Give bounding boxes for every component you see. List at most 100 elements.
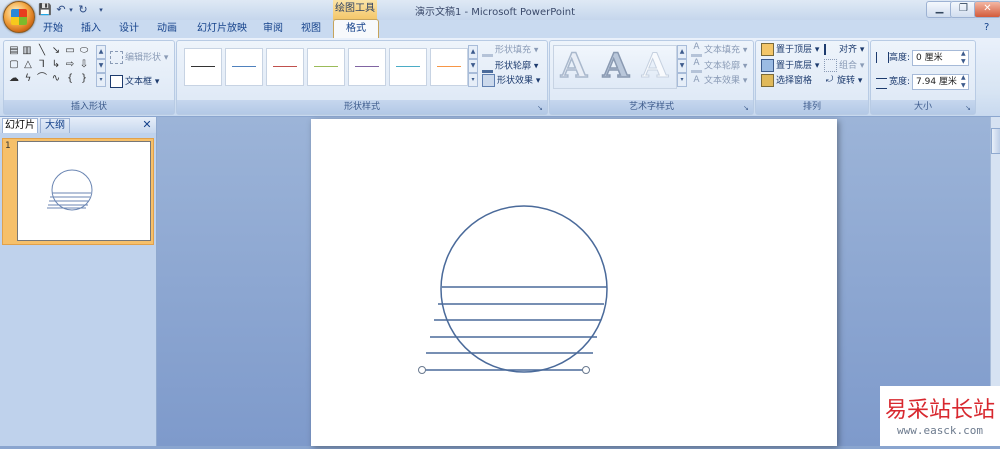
tab-slideshow[interactable]: 幻灯片放映 [194, 21, 250, 37]
wordart-scroll-down-icon[interactable]: ▼ [677, 59, 687, 73]
scrollbar-thumb[interactable] [991, 128, 1000, 154]
group-label-insert-shapes: 插入形状 [4, 100, 174, 114]
office-button[interactable] [3, 1, 35, 33]
rectangle-shape-icon[interactable]: ▭ [64, 45, 76, 56]
slide-thumbnail[interactable] [17, 141, 151, 241]
size-launcher-icon[interactable]: ↘ [965, 104, 973, 112]
height-spinner-icon[interactable]: ▲ ▼ [961, 50, 969, 66]
bring-front-icon [761, 43, 774, 56]
arrow-shape-icon[interactable]: ↘ [50, 45, 62, 56]
styles-scroll-up-icon[interactable]: ▲ [468, 45, 478, 59]
width-icon [876, 78, 887, 89]
customize-qat-icon[interactable]: ▾ [94, 3, 108, 17]
line-style-sample [314, 66, 338, 67]
minimize-button[interactable]: ▁ [926, 1, 953, 18]
line-style-swatch-2[interactable] [225, 48, 263, 86]
vertical-textbox-shape-icon[interactable]: ▥ [21, 45, 33, 56]
styles-more-icon[interactable]: ▾ [468, 73, 478, 87]
slide[interactable] [311, 119, 837, 446]
redo-icon[interactable]: ↻ [76, 3, 90, 17]
text-outline-button[interactable]: A 文本轮廓 ▾ [691, 59, 747, 73]
line-start-handle[interactable] [418, 366, 426, 374]
wordart-launcher-icon[interactable]: ↘ [743, 104, 751, 112]
group-label-size: 大小 [871, 100, 975, 114]
tab-format[interactable]: 格式 [333, 19, 379, 39]
close-button[interactable]: ✕ [974, 1, 1000, 18]
shape-outline-button[interactable]: 形状轮廓 ▾ [482, 59, 538, 73]
line-style-swatch-1[interactable] [184, 48, 222, 86]
wordart-more-icon[interactable]: ▾ [677, 73, 687, 87]
rotate-icon: ⤾ [825, 75, 834, 85]
tab-view[interactable]: 视图 [296, 21, 326, 37]
tab-animation[interactable]: 动画 [152, 21, 182, 37]
line-style-swatch-4[interactable] [307, 48, 345, 86]
curve-shape-icon[interactable]: ∿ [50, 73, 62, 84]
circle-shape[interactable] [440, 205, 608, 373]
cloud-shape-icon[interactable]: ☁ [8, 73, 20, 84]
tab-insert[interactable]: 插入 [76, 21, 106, 37]
slide-drawing [418, 205, 608, 374]
height-label: 高度: [889, 53, 911, 63]
line-style-swatch-5[interactable] [348, 48, 386, 86]
line-shape-icon[interactable]: ╲ [36, 45, 48, 56]
thumbnail-drawing [47, 169, 93, 211]
group-button[interactable]: 组合 ▾ [824, 59, 864, 73]
wordart-style-3[interactable]: A [634, 46, 676, 87]
contextual-tool-label: 绘图工具 [333, 0, 377, 20]
shapes-scroll-up-icon[interactable]: ▲ [96, 45, 106, 59]
textbox-shape-icon[interactable]: ▤ [8, 45, 20, 56]
text-effects-button[interactable]: A 文本效果 ▾ [691, 74, 747, 88]
oval-shape-icon[interactable]: ⬭ [78, 45, 90, 56]
wordart-scroll-up-icon[interactable]: ▲ [677, 45, 687, 59]
triangle-shape-icon[interactable]: △ [22, 59, 34, 70]
tab-review[interactable]: 审阅 [258, 21, 288, 37]
line-end-handle[interactable] [582, 366, 590, 374]
lightning-shape-icon[interactable]: ϟ [22, 73, 34, 84]
wordart-style-1[interactable]: A [553, 45, 595, 87]
down-arrow-shape-icon[interactable]: ⇩ [78, 59, 90, 70]
elbow-connector-shape-icon[interactable]: ⅂ [36, 59, 48, 70]
tab-slides[interactable]: 幻灯片 [2, 118, 38, 133]
edit-shape-button[interactable]: 编辑形状 ▾ [110, 51, 168, 65]
send-back-icon [761, 59, 774, 72]
line-style-sample [355, 66, 379, 67]
help-icon[interactable]: ? [984, 22, 996, 36]
tab-design[interactable]: 设计 [114, 21, 144, 37]
align-button[interactable]: 对齐 ▾ [824, 43, 864, 57]
text-fill-icon: A [691, 43, 702, 57]
selection-pane-button[interactable]: 选择窗格 [761, 74, 812, 88]
right-brace-shape-icon[interactable]: } [78, 73, 90, 84]
shapes-scroll-down-icon[interactable]: ▼ [96, 59, 106, 73]
width-label: 宽度: [889, 77, 911, 87]
tab-outline[interactable]: 大纲 [40, 118, 70, 133]
elbow-arrow-shape-icon[interactable]: ↳ [50, 59, 62, 70]
edit-shape-icon [110, 51, 123, 64]
arc-shape-icon[interactable]: ⌒ [36, 73, 48, 84]
rounded-rect-shape-icon[interactable]: ▢ [8, 59, 20, 70]
close-icon[interactable]: ✕ [141, 118, 153, 132]
left-brace-shape-icon[interactable]: { [64, 73, 76, 84]
save-icon[interactable]: 💾 [38, 3, 52, 17]
line-style-swatch-7[interactable] [430, 48, 468, 86]
rotate-button[interactable]: ⤾ 旋转 ▾ [824, 74, 863, 88]
selection-pane-icon [761, 74, 774, 87]
bring-to-front-button[interactable]: 置于顶层 ▾ [761, 43, 819, 57]
styles-scroll-down-icon[interactable]: ▼ [468, 59, 478, 73]
shape-styles-launcher-icon[interactable]: ↘ [537, 104, 545, 112]
restore-button[interactable]: ❐ [950, 1, 977, 18]
tab-home[interactable]: 开始 [38, 21, 68, 37]
text-effects-icon: A [693, 75, 700, 85]
shapes-more-icon[interactable]: ▾ [96, 73, 106, 87]
width-spinner-icon[interactable]: ▲ ▼ [961, 74, 969, 90]
group-label-arrange: 排列 [756, 100, 868, 114]
line-style-swatch-3[interactable] [266, 48, 304, 86]
shape-fill-button[interactable]: 形状填充 ▾ [482, 43, 538, 57]
office-logo-icon [11, 9, 27, 25]
shape-effects-button[interactable]: 形状效果 ▾ [482, 74, 540, 88]
wordart-style-2[interactable]: A [595, 45, 637, 87]
text-fill-button[interactable]: A 文本填充 ▾ [691, 43, 747, 57]
line-style-swatch-6[interactable] [389, 48, 427, 86]
right-arrow-shape-icon[interactable]: ⇨ [64, 59, 76, 70]
text-box-button[interactable]: 文本框 ▾ [110, 75, 159, 89]
send-to-back-button[interactable]: 置于底层 ▾ [761, 59, 819, 73]
